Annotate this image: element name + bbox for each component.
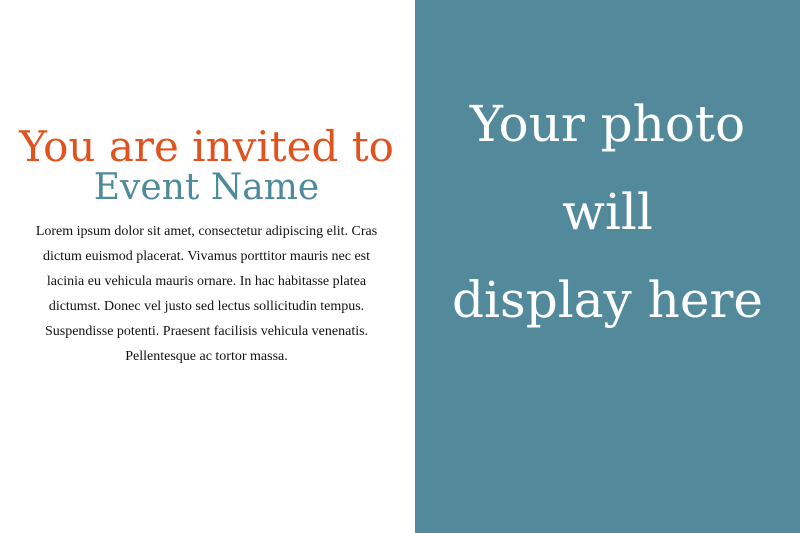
invitation-body: Lorem ipsum dolor sit amet, consectetur … [35, 224, 378, 364]
photo-placeholder-panel: Your photo will display here [415, 0, 800, 533]
invitation-text-panel: You are invited to Event Name Lorem ipsu… [0, 0, 415, 533]
photo-placeholder-line-3: display here [452, 271, 763, 329]
invitation-card: You are invited to Event Name Lorem ipsu… [0, 0, 800, 533]
photo-placeholder-line-1: Your photo [469, 95, 746, 153]
photo-placeholder-line-2: will [562, 183, 653, 241]
event-name: Event Name [93, 167, 320, 208]
